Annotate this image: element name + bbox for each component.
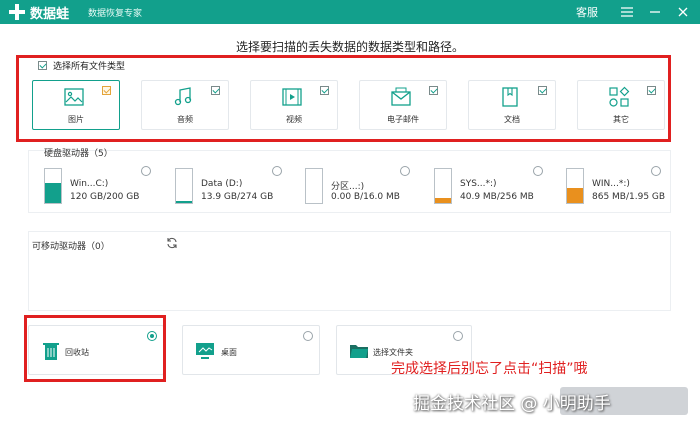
type-checkbox[interactable] [538,86,547,95]
removable-drive-section [28,231,671,311]
menu-button[interactable] [616,0,638,24]
type-card-image[interactable]: 图片 [32,80,120,130]
type-card-audio[interactable]: 音频 [141,80,229,130]
other-icon [609,86,630,107]
drive-radio[interactable] [533,166,543,176]
app-logo-icon [9,4,25,20]
drive-icon [434,168,452,204]
drive-size: 13.9 GB/274 GB [201,192,274,202]
recycle-bin-highlight [24,315,166,382]
mail-icon [391,87,411,106]
minimize-icon [650,11,660,13]
removable-drive-title: 可移动驱动器（0） [32,242,110,252]
type-label: 图片 [68,115,84,124]
drive-partition[interactable]: 分区...:) 0.00 B/16.0 MB [305,168,415,206]
drive-radio[interactable] [400,166,410,176]
drive-size: 120 GB/200 GB [70,192,140,202]
type-label: 音频 [177,115,193,124]
type-checkbox[interactable] [102,86,111,95]
page-prompt: 选择要扫描的丢失数据的数据类型和路径。 [235,40,464,54]
customer-service-link[interactable]: 客服 [576,4,598,20]
location-radio[interactable] [453,331,463,341]
type-card-other[interactable]: 其它 [577,80,665,130]
select-all-types[interactable]: 选择所有文件类型 [38,59,125,72]
type-label: 文档 [504,115,520,124]
drive-size: 865 MB/1.95 GB [592,192,666,202]
location-radio[interactable] [303,331,313,341]
type-checkbox[interactable] [211,86,220,95]
minimize-button[interactable] [644,0,666,24]
close-icon [678,7,688,17]
type-label: 视频 [286,115,302,124]
drive-icon [566,168,584,204]
close-button[interactable] [672,0,694,24]
app-subtitle: 数据恢复专家 [88,9,143,19]
type-checkbox[interactable] [320,86,329,95]
title-bar: 数据蛙 数据恢复专家 客服 [0,0,700,24]
app-name: 数据蛙 [30,7,70,22]
drive-name: Data (D:) [201,179,243,189]
type-label: 电子邮件 [387,115,419,124]
drive-name: WIN...*:) [592,179,630,189]
drive-radio[interactable] [272,166,282,176]
menu-icon [621,7,633,17]
type-checkbox[interactable] [429,86,438,95]
desktop-icon [196,343,214,359]
drive-name: SYS...*:) [460,179,497,189]
location-desktop[interactable]: 桌面 [182,325,320,375]
type-checkbox[interactable] [647,86,656,95]
select-all-label: 选择所有文件类型 [53,62,126,72]
drive-name: Win...C:) [70,179,109,189]
location-label: 桌面 [221,348,237,357]
select-all-checkbox[interactable] [38,61,47,70]
annotation-text: 完成选择后别忘了点击“扫描”哦 [391,361,588,377]
hard-drive-title: 硬盘驱动器（5） [44,149,113,159]
folder-icon [350,345,368,358]
drive-icon [305,168,323,204]
watermark-text: 掘金技术社区 @ 小明助手 [413,394,611,414]
type-card-video[interactable]: 视频 [250,80,338,130]
drive-size: 40.9 MB/256 MB [460,192,534,202]
drive-radio[interactable] [651,166,661,176]
location-label: 选择文件夹 [373,348,413,357]
type-card-document[interactable]: 文档 [468,80,556,130]
refresh-icon[interactable] [166,237,178,249]
video-icon [282,88,302,106]
drive-name: 分区...:) [331,182,365,192]
drive-icon [175,168,193,204]
type-card-mail[interactable]: 电子邮件 [359,80,447,130]
type-label: 其它 [613,115,629,124]
image-icon [64,88,84,106]
document-icon [502,87,518,107]
drive-size: 0.00 B/16.0 MB [331,192,400,202]
drive-radio[interactable] [141,166,151,176]
music-icon [174,87,192,106]
windows-drive-icon [44,168,62,204]
